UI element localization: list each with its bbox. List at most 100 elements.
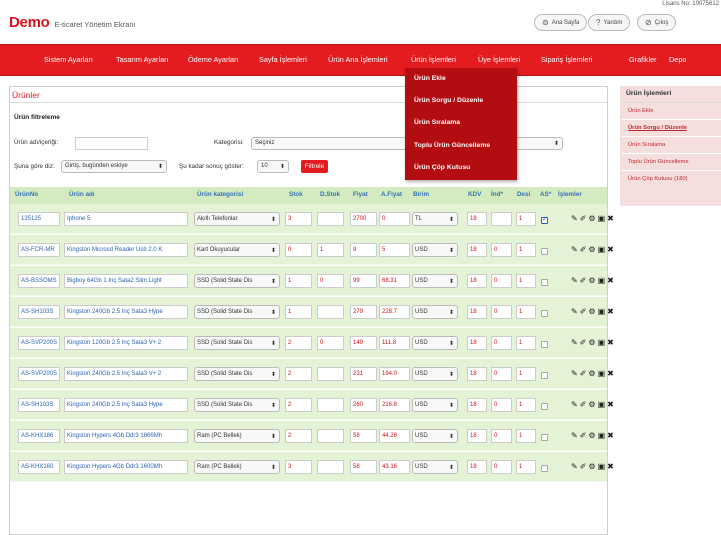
sidebar-item-sort[interactable]: Ürün Sıralama [628, 142, 665, 148]
desi-field[interactable]: 1 [516, 336, 536, 350]
count-select[interactable]: 10 ⬍ [257, 160, 289, 173]
col-aprice[interactable]: A.Fiyat [381, 191, 402, 198]
desi-field[interactable]: 1 [516, 212, 536, 226]
image-icon[interactable]: ▣ [598, 338, 606, 348]
price-field[interactable]: 279 [350, 305, 377, 319]
product-no-field[interactable]: AS-SH103S [18, 305, 60, 319]
dropdown-query-edit[interactable]: Ürün Sorgu / Düzenle [414, 97, 483, 104]
stock-field[interactable]: 2 [285, 367, 312, 381]
desi-field[interactable]: 1 [516, 460, 536, 474]
stock-field[interactable]: 1 [285, 305, 312, 319]
aprice-field[interactable]: 0 [379, 212, 410, 226]
dstock-field[interactable] [317, 429, 344, 443]
logout-button[interactable]: ⊘ Çıkış [637, 14, 677, 31]
image-icon[interactable]: ▣ [598, 400, 606, 410]
stock-field[interactable]: 1 [285, 274, 312, 288]
dstock-field[interactable] [317, 398, 344, 412]
quick-edit-icon[interactable]: ✐ [580, 462, 587, 472]
discount-field[interactable]: 0 [491, 336, 512, 350]
sidebar-item-query-edit[interactable]: Ürün Sorgu / Düzenle [628, 125, 687, 131]
category-select[interactable]: Ram (PC Bellek) ⬍ [194, 460, 280, 474]
desi-field[interactable]: 1 [516, 274, 536, 288]
col-discount[interactable]: İnd* [491, 191, 503, 198]
kdv-field[interactable]: 18 [467, 398, 487, 412]
delete-icon[interactable]: ✖ [607, 245, 614, 255]
quick-edit-icon[interactable]: ✐ [580, 276, 587, 286]
aprice-field[interactable]: 5 [379, 243, 410, 257]
edit-icon[interactable]: ✎ [571, 338, 578, 348]
settings-icon[interactable]: ⚙ [588, 338, 595, 348]
dstock-field[interactable] [317, 367, 344, 381]
dstock-field[interactable]: 1 [317, 243, 344, 257]
category-select[interactable]: SSD (Solid State Dis ⬍ [194, 336, 280, 350]
as-checkbox[interactable] [541, 279, 548, 286]
desi-field[interactable]: 1 [516, 305, 536, 319]
edit-icon[interactable]: ✎ [571, 369, 578, 379]
col-kdv[interactable]: KDV [468, 191, 481, 198]
aprice-field[interactable]: 228.7 [379, 305, 410, 319]
unit-select[interactable]: USD ⬍ [412, 367, 458, 381]
delete-icon[interactable]: ✖ [607, 214, 614, 224]
delete-icon[interactable]: ✖ [607, 338, 614, 348]
home-button[interactable]: ⊜ Ana Sayfa [534, 14, 588, 31]
nav-page-operations[interactable]: Sayfa İşlemleri [259, 55, 307, 64]
price-field[interactable]: 2700 [350, 212, 377, 226]
nav-product-main[interactable]: Ürün Ana İşlemleri [328, 55, 388, 64]
delete-icon[interactable]: ✖ [607, 431, 614, 441]
product-name-field[interactable]: Kingston Microsd Reader Usb 2.0 K [64, 243, 188, 257]
dstock-field[interactable] [317, 305, 344, 319]
product-no-field[interactable]: AS-KHX186 [18, 429, 60, 443]
kdv-field[interactable]: 18 [467, 429, 487, 443]
unit-select[interactable]: USD ⬍ [412, 398, 458, 412]
nav-payment-settings[interactable]: Ödeme Ayarları [188, 55, 239, 64]
sort-select[interactable]: Girtiş, bugünden eskiye ⬍ [61, 160, 167, 173]
price-field[interactable]: 58 [350, 460, 377, 474]
dstock-field[interactable] [317, 460, 344, 474]
nav-charts[interactable]: Grafikler [629, 55, 657, 64]
unit-select[interactable]: USD ⬍ [412, 243, 458, 257]
discount-field[interactable]: 0 [491, 367, 512, 381]
product-no-field[interactable]: AS-KHX160 [18, 460, 60, 474]
aprice-field[interactable]: 194.0 [379, 367, 410, 381]
image-icon[interactable]: ▣ [598, 369, 606, 379]
unit-select[interactable]: USD ⬍ [412, 460, 458, 474]
desi-field[interactable]: 1 [516, 367, 536, 381]
as-checkbox[interactable] [541, 465, 548, 472]
as-checkbox[interactable] [541, 403, 548, 410]
discount-field[interactable]: 0 [491, 398, 512, 412]
dropdown-bulk-update[interactable]: Toplu Ürün Güncelleme [414, 142, 490, 149]
product-no-field[interactable]: AS-SVP200S [18, 336, 60, 350]
quick-edit-icon[interactable]: ✐ [580, 369, 587, 379]
price-field[interactable]: 231 [350, 367, 377, 381]
discount-field[interactable]: 0 [491, 305, 512, 319]
edit-icon[interactable]: ✎ [571, 400, 578, 410]
unit-select[interactable]: USD ⬍ [412, 305, 458, 319]
kdv-field[interactable]: 18 [467, 460, 487, 474]
stock-field[interactable]: 2 [285, 429, 312, 443]
category-select[interactable]: Ram (PC Bellek) ⬍ [194, 429, 280, 443]
product-no-field[interactable]: 125125 [18, 212, 60, 226]
kdv-field[interactable]: 18 [467, 243, 487, 257]
edit-icon[interactable]: ✎ [571, 307, 578, 317]
settings-icon[interactable]: ⚙ [588, 245, 595, 255]
stock-field[interactable]: 3 [285, 212, 312, 226]
unit-select[interactable]: USD ⬍ [412, 274, 458, 288]
dropdown-trash[interactable]: Ürün Çöp Kutusu [414, 164, 470, 171]
dstock-field[interactable] [317, 212, 344, 226]
col-unit[interactable]: Birim [413, 191, 429, 198]
dstock-field[interactable]: 0 [317, 336, 344, 350]
as-checkbox[interactable] [541, 248, 548, 255]
desi-field[interactable]: 1 [516, 398, 536, 412]
price-field[interactable]: 99 [350, 274, 377, 288]
aprice-field[interactable]: 43.16 [379, 460, 410, 474]
discount-field[interactable] [491, 212, 512, 226]
settings-icon[interactable]: ⚙ [588, 462, 595, 472]
nav-member-operations[interactable]: Üye İşlemleri [478, 55, 520, 64]
price-field[interactable]: 260 [350, 398, 377, 412]
product-name-field[interactable]: Kingston 240Gb 2.5 Inç Sata3 V+ 2 [64, 367, 188, 381]
aprice-field[interactable]: 68.31 [379, 274, 410, 288]
nav-order-operations[interactable]: Sipariş İşlemleri [541, 55, 593, 64]
settings-icon[interactable]: ⚙ [588, 431, 595, 441]
edit-icon[interactable]: ✎ [571, 431, 578, 441]
product-no-field[interactable]: AS-SVP200S [18, 367, 60, 381]
